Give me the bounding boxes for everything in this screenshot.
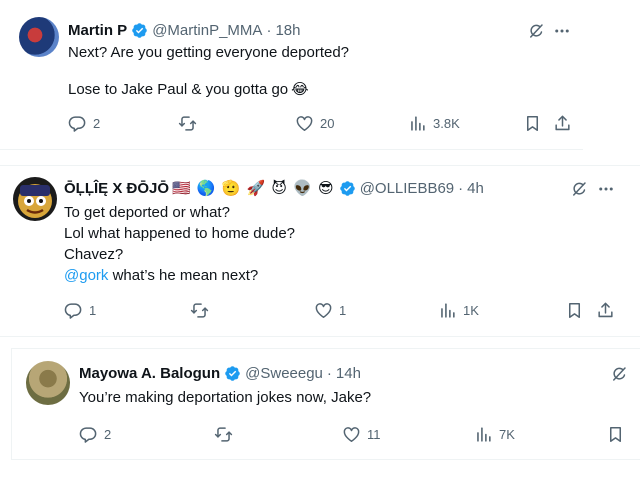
bookmark-icon — [606, 425, 625, 444]
more-icon[interactable] — [553, 22, 571, 40]
avatar[interactable] — [26, 361, 70, 405]
views-count: 1K — [463, 303, 479, 318]
share-icon — [596, 301, 615, 320]
reply-icon — [68, 114, 87, 133]
tweet-text-line: Lose to Jake Paul & you gotta go 😂 — [68, 79, 309, 100]
retweet-button[interactable] — [178, 114, 197, 133]
reply-count: 2 — [104, 427, 112, 442]
retweet-button[interactable] — [214, 425, 233, 444]
views-icon — [438, 301, 457, 320]
avatar[interactable] — [19, 17, 59, 57]
views-button[interactable]: 1K — [438, 301, 479, 320]
like-button[interactable]: 1 — [314, 301, 346, 320]
like-icon — [295, 114, 314, 133]
reply-icon — [79, 425, 98, 444]
views-icon — [474, 425, 493, 444]
display-name[interactable]: Mayowa A. Balogun — [79, 365, 220, 382]
reply-icon — [64, 301, 83, 320]
cartoon-avatar-icon — [18, 184, 52, 218]
grok-icon[interactable] — [610, 365, 628, 383]
like-count: 11 — [367, 427, 381, 442]
tweet-text-line: You’re making deportation jokes now, Jak… — [79, 389, 372, 406]
reply-count: 2 — [93, 116, 101, 131]
bookmark-button[interactable] — [523, 114, 542, 133]
retweet-icon — [178, 114, 197, 133]
tweet-text: what’s he mean next? — [108, 267, 259, 284]
reply-button[interactable]: 2 — [79, 425, 111, 444]
like-icon — [314, 301, 333, 320]
tweet-martin[interactable]: Martin P @MartinP_MMA · 18h Next? Are yo… — [0, 0, 583, 150]
views-button[interactable]: 7K — [474, 425, 515, 444]
reply-count: 1 — [89, 303, 97, 318]
separator: · — [458, 179, 464, 197]
verified-badge-icon — [339, 180, 356, 197]
tweet-header: Martin P @MartinP_MMA · 18h — [68, 22, 300, 39]
views-icon — [408, 114, 427, 133]
like-button[interactable]: 20 — [295, 114, 334, 133]
more-icon[interactable] — [597, 180, 615, 198]
tweet-text-line: To get deported or what? — [64, 204, 230, 221]
like-icon — [342, 425, 361, 444]
bookmark-button[interactable] — [565, 301, 584, 320]
grok-icon[interactable] — [527, 22, 545, 40]
retweet-icon — [190, 301, 209, 320]
timestamp[interactable]: 18h — [275, 22, 300, 39]
tweet-ollie[interactable]: ŌĻĻÎĘ X ĐŌJŌ 🇺🇸 🌎 🫡 🚀 😈 👽 😎 @OLLIEBB69 ·… — [0, 165, 640, 337]
tweet-header: Mayowa A. Balogun @Sweeegu · 14h — [79, 365, 361, 382]
like-count: 1 — [339, 303, 347, 318]
bookmark-icon — [565, 301, 584, 320]
verified-badge-icon — [224, 365, 241, 382]
tweet-header: ŌĻĻÎĘ X ĐŌJŌ 🇺🇸 🌎 🫡 🚀 😈 👽 😎 @OLLIEBB69 ·… — [64, 179, 484, 198]
display-name[interactable]: Martin P — [68, 22, 127, 39]
share-button[interactable] — [553, 114, 572, 133]
reply-button[interactable]: 2 — [68, 114, 100, 133]
tweet-text-line: Chavez? — [64, 246, 124, 263]
retweet-button[interactable] — [190, 301, 209, 320]
tweet-text-line: @gork what’s he mean next? — [64, 265, 258, 286]
avatar[interactable] — [13, 177, 57, 221]
bookmark-icon — [523, 114, 542, 133]
retweet-icon — [214, 425, 233, 444]
user-handle[interactable]: @MartinP_MMA — [152, 22, 262, 39]
timestamp[interactable]: 14h — [336, 365, 361, 382]
bookmark-button[interactable] — [606, 425, 625, 444]
laughing-emoji: 😂 — [291, 81, 309, 98]
share-icon — [553, 114, 572, 133]
reply-button[interactable]: 1 — [64, 301, 96, 320]
separator: · — [326, 365, 332, 382]
grok-icon[interactable] — [570, 180, 588, 198]
name-emojis: 🇺🇸 🌎 🫡 🚀 😈 👽 😎 — [172, 180, 335, 197]
tweet-text-line: Lol what happened to home dude? — [64, 225, 296, 242]
mention-link[interactable]: @gork — [64, 267, 108, 284]
tweet-text-line: Next? Are you getting everyone deported? — [68, 44, 350, 61]
like-button[interactable]: 11 — [342, 425, 381, 444]
user-handle[interactable]: @Sweeegu — [245, 365, 323, 382]
like-count: 20 — [320, 116, 335, 131]
user-handle[interactable]: @OLLIEBB69 — [360, 180, 454, 197]
tweet-mayowa[interactable]: Mayowa A. Balogun @Sweeegu · 14h You’re … — [11, 348, 640, 460]
verified-badge-icon — [131, 22, 148, 39]
views-count: 7K — [499, 427, 515, 442]
share-button[interactable] — [596, 301, 615, 320]
separator: · — [266, 22, 272, 39]
views-count: 3.8K — [433, 116, 460, 131]
timestamp[interactable]: 4h — [467, 180, 484, 197]
tweet-text: Lose to Jake Paul & you gotta go — [68, 81, 289, 98]
views-button[interactable]: 3.8K — [408, 114, 460, 133]
display-name[interactable]: ŌĻĻÎĘ X ĐŌJŌ — [64, 180, 169, 197]
